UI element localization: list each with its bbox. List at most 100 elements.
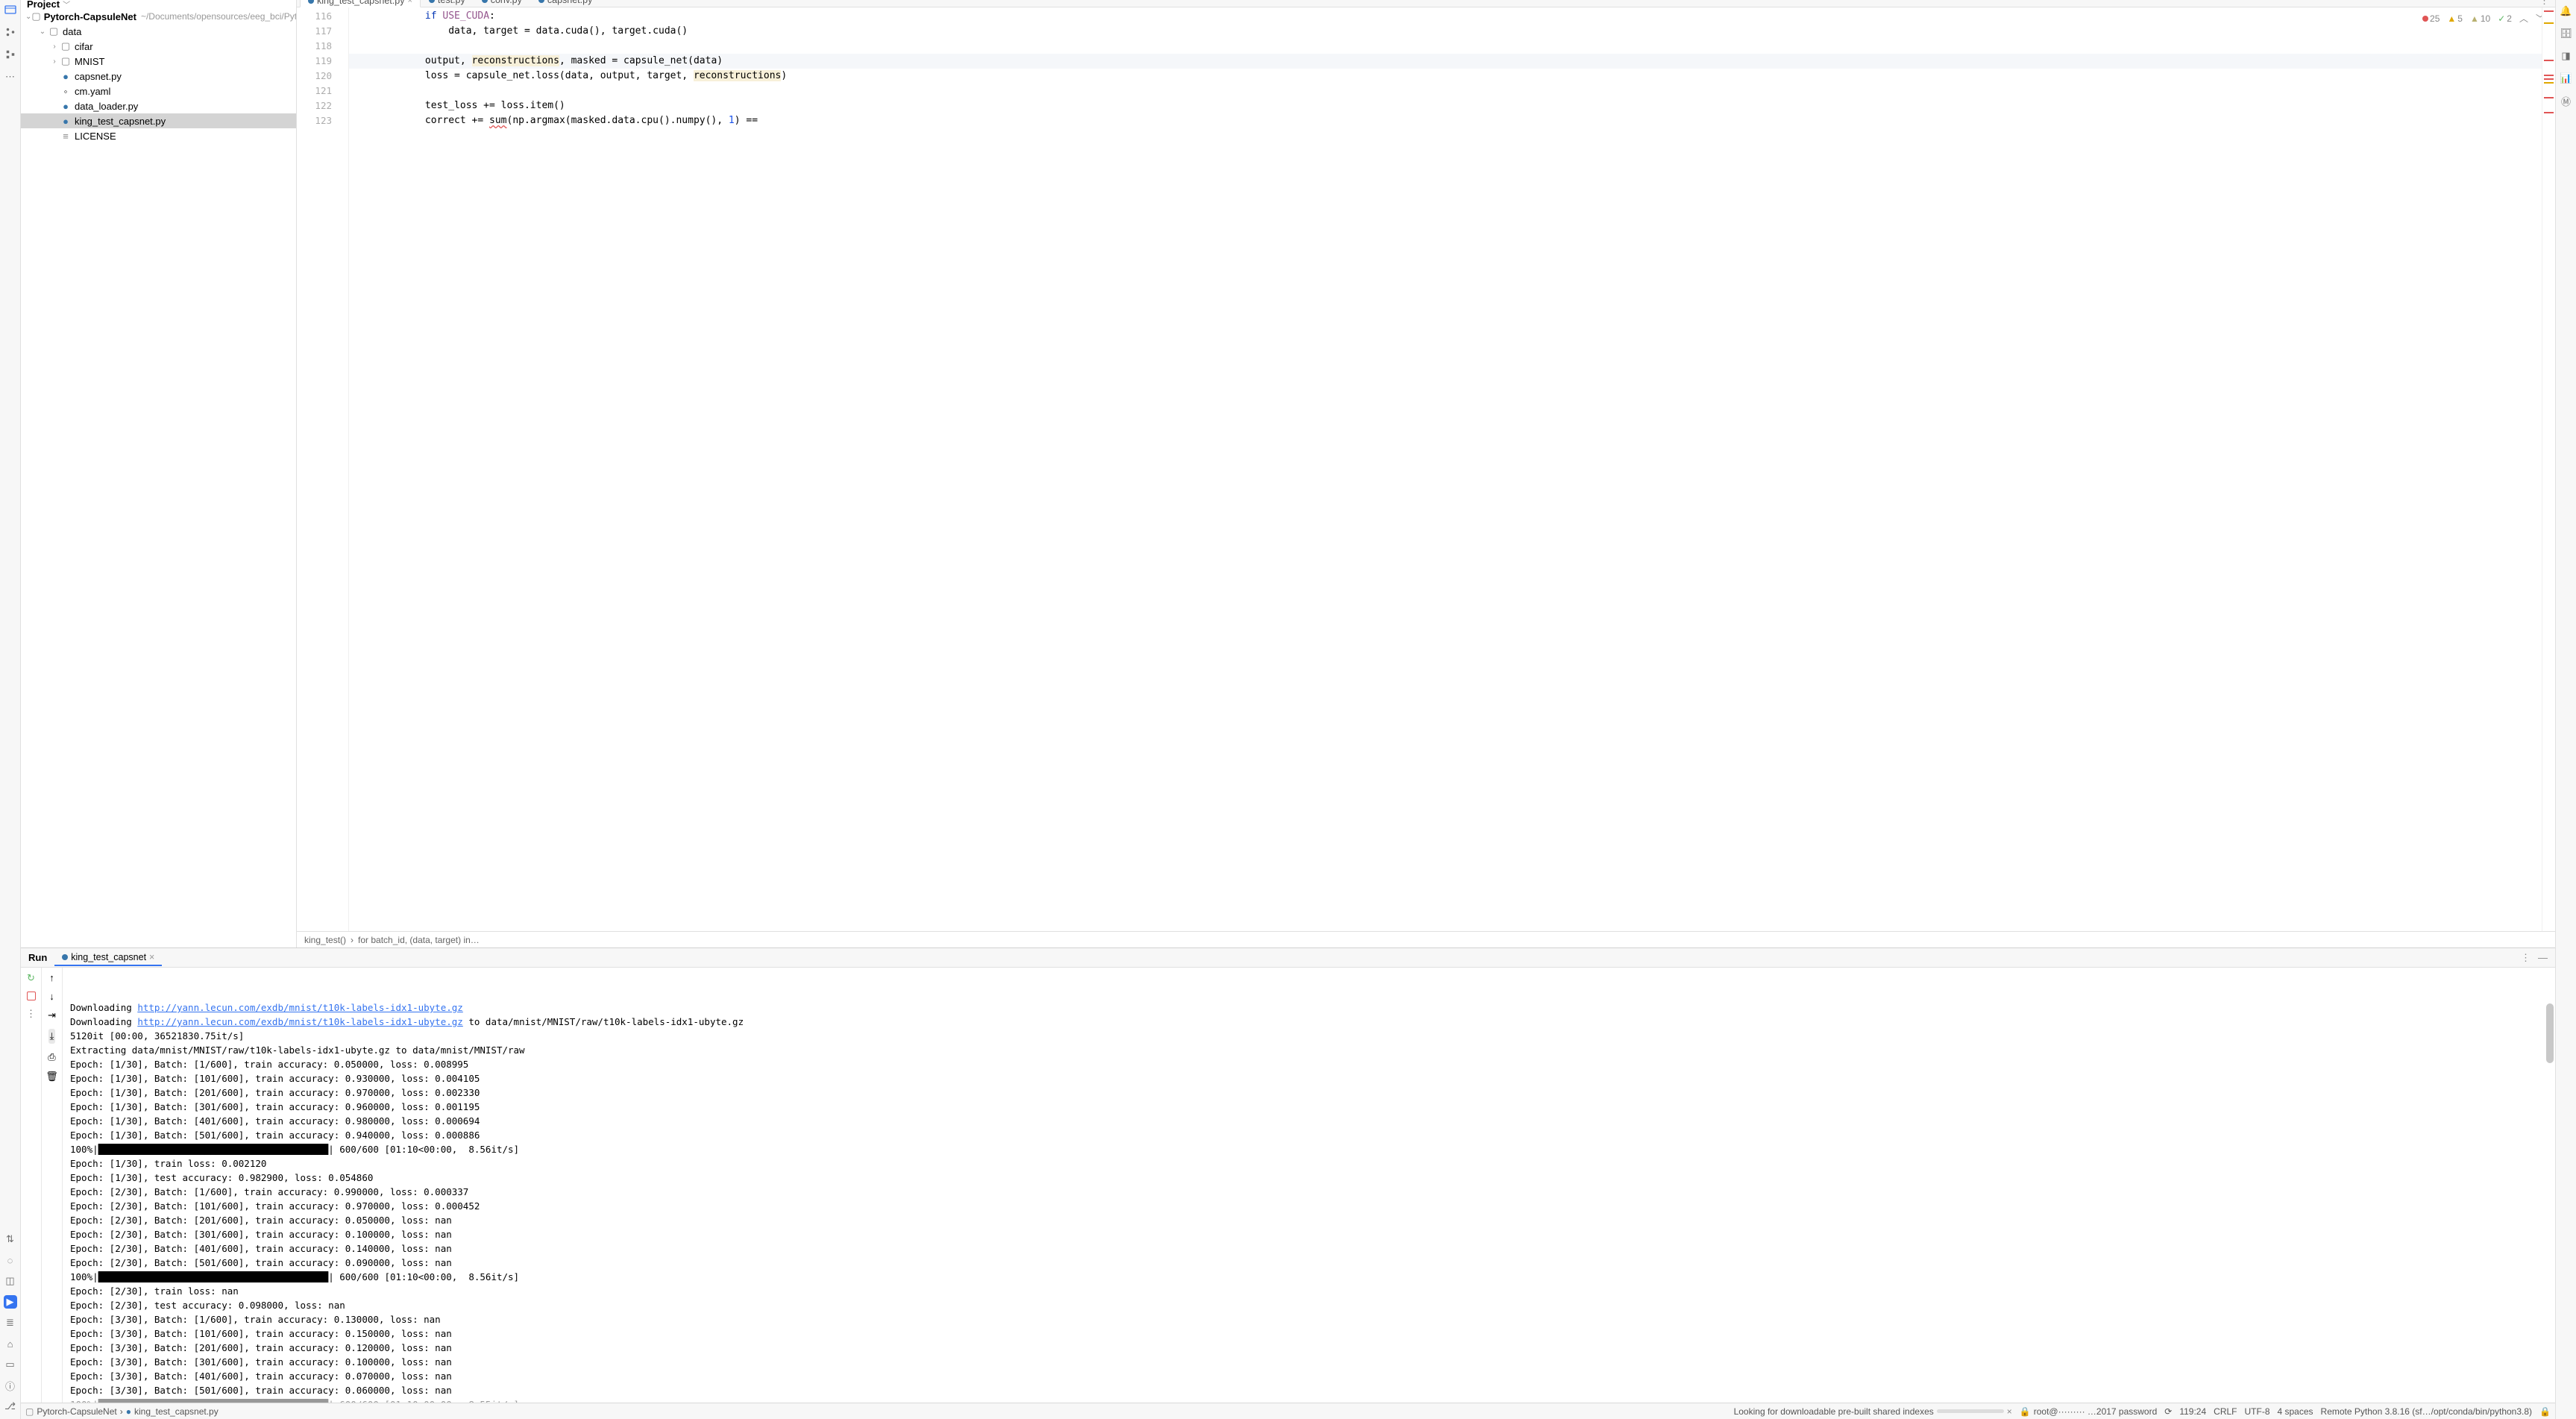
line-number[interactable]: 116 [297, 9, 332, 24]
chevron-up-icon[interactable]: ︿ [2519, 12, 2528, 25]
code-breadcrumb[interactable]: king_test() › for batch_id, (data, targe… [297, 931, 2555, 947]
sync-icon[interactable]: ⇅ [4, 1232, 17, 1246]
close-icon[interactable]: × [407, 0, 412, 5]
commit-icon[interactable]: ◌ [4, 1253, 17, 1267]
sciview-icon[interactable]: ◨ [2560, 49, 2573, 63]
run-side-toolbar: ↑ ↓ ⇥ ⤓ ⎙ 🗑 [42, 968, 63, 1403]
vcs-icon[interactable]: ⎇ [4, 1400, 17, 1413]
background-task[interactable]: Looking for downloadable pre-built share… [1734, 1406, 2012, 1417]
more-tool-icon[interactable]: ⋯ [4, 70, 17, 84]
tree-folder-data[interactable]: ⌄ ▢ data [21, 24, 296, 39]
print-icon[interactable]: ⎙ [48, 1051, 55, 1063]
assistant-icon[interactable]: Ⓜ [2560, 94, 2573, 107]
line-number[interactable]: 118 [297, 39, 332, 54]
scrollbar-thumb[interactable] [2546, 1003, 2554, 1063]
scroll-down-icon[interactable]: ↓ [49, 991, 54, 1002]
line-separator[interactable]: CRLF [2214, 1406, 2237, 1417]
chevron-right-icon[interactable]: › [49, 43, 60, 51]
terminal-icon[interactable]: ⌂ [4, 1337, 17, 1350]
python-file-icon [308, 0, 314, 4]
run-tab-label: king_test_capsnet [71, 952, 146, 962]
code-editor[interactable]: 116 117 118 119 120 121 122 123 if USE_C… [297, 7, 2555, 931]
minimize-icon[interactable]: — [2538, 952, 2548, 964]
tree-file-capsnet[interactable]: ● capsnet.py [21, 69, 296, 84]
python-file-icon [429, 0, 435, 3]
info-icon[interactable]: ⓘ [4, 1379, 17, 1392]
tree-folder-mnist[interactable]: › ▢ MNIST [21, 54, 296, 69]
error-stripe[interactable] [2542, 7, 2555, 931]
close-icon[interactable]: × [149, 952, 154, 962]
soft-wrap-icon[interactable]: ⇥ [48, 1009, 56, 1021]
database-icon[interactable]: 🗄 [2560, 27, 2573, 40]
folder-icon: ▢ [60, 55, 72, 67]
more-actions-icon[interactable]: ⋮ [25, 1008, 37, 1020]
breadcrumb-item[interactable]: king_test() [304, 935, 346, 945]
breadcrumb-item[interactable]: for batch_id, (data, target) in… [358, 935, 480, 945]
tree-root-label: Pytorch-CapsuleNet [44, 11, 136, 22]
remote-indicator[interactable]: 🔒 root@········· …2017 password [2020, 1406, 2158, 1417]
run-panel-header: Run king_test_capsnet × ⋮ — [21, 948, 2555, 968]
tree-folder-cifar[interactable]: › ▢ cifar [21, 39, 296, 54]
error-icon [2422, 16, 2428, 22]
project-tool-icon[interactable] [4, 3, 17, 16]
structure-tool-icon[interactable] [4, 48, 17, 61]
tree-file-license[interactable]: ≡ LICENSE [21, 128, 296, 143]
cursor-position[interactable]: 119:24 [2179, 1406, 2206, 1417]
code-content[interactable]: if USE_CUDA: data, target = data.cuda(),… [349, 7, 2542, 931]
editor-tab-kingtest[interactable]: king_test_capsnet.py × [300, 0, 421, 7]
console-output[interactable]: Downloading http://yann.lecun.com/exdb/m… [63, 968, 2555, 1403]
editor-tab-test[interactable]: test.py [421, 0, 474, 7]
tab-label: capsnet.py [547, 0, 592, 5]
tree-root[interactable]: ⌄ ▢ Pytorch-CapsuleNet ~/Documents/opens… [21, 9, 296, 24]
interpreter-info[interactable]: Remote Python 3.8.16 (sf…/opt/conda/bin/… [2321, 1406, 2533, 1417]
remote-label: root@········· …2017 password [2034, 1406, 2158, 1417]
chevron-down-icon[interactable]: ⌄ [37, 28, 48, 36]
run-tool-icon[interactable]: ▶ [4, 1295, 17, 1309]
python-file-icon [482, 0, 488, 3]
problems-icon[interactable]: ▭ [4, 1358, 17, 1371]
plots-icon[interactable]: 📊 [2560, 72, 2573, 85]
indent-info[interactable]: 4 spaces [2278, 1406, 2313, 1417]
chevron-right-icon[interactable]: › [49, 57, 60, 66]
rerun-icon[interactable]: ↻ [25, 972, 37, 984]
line-number[interactable]: 120 [297, 69, 332, 84]
status-breadcrumb-file: king_test_capsnet.py [134, 1406, 219, 1417]
file-encoding[interactable]: UTF-8 [2245, 1406, 2270, 1417]
line-number[interactable]: 122 [297, 98, 332, 113]
scroll-to-end-icon[interactable]: ⤓ [48, 1029, 56, 1044]
project-tree[interactable]: ⌄ ▢ Pytorch-CapsuleNet ~/Documents/opens… [21, 7, 296, 947]
editor-tab-capsnet[interactable]: capsnet.py [530, 0, 600, 7]
python-packages-icon[interactable]: ◫ [4, 1274, 17, 1288]
tree-file-dataloader[interactable]: ● data_loader.py [21, 98, 296, 113]
notifications-icon[interactable]: 🔔 [2560, 4, 2573, 18]
inspection-widget[interactable]: 25 ▲5 ▲10 ✓2 ︿ ﹀ [2419, 10, 2548, 26]
tree-file-cm[interactable]: ◦ cm.yaml [21, 84, 296, 98]
line-gutter[interactable]: 116 117 118 119 120 121 122 123 [297, 7, 349, 931]
deployment-icon[interactable]: ⟳ [2164, 1406, 2172, 1417]
run-config-tab[interactable]: king_test_capsnet × [54, 950, 162, 966]
bookmarks-tool-icon[interactable] [4, 25, 17, 39]
progress-bar [1937, 1409, 2004, 1413]
scroll-up-icon[interactable]: ↑ [49, 972, 54, 983]
clear-icon[interactable]: 🗑 [45, 1071, 58, 1083]
weak-warning-icon: ▲ [2470, 13, 2479, 24]
tree-label: data [63, 26, 81, 37]
line-number[interactable]: 121 [297, 84, 332, 98]
editor-tab-conv[interactable]: conv.py [474, 0, 530, 7]
more-tabs-icon[interactable]: ⋮ [2539, 0, 2549, 7]
chevron-down-icon[interactable]: ⌄ [25, 13, 31, 21]
folder-icon: ▢ [48, 25, 60, 37]
tree-file-kingtest[interactable]: ● king_test_capsnet.py [21, 113, 296, 128]
line-number[interactable]: 123 [297, 113, 332, 128]
warning-count: 5 [2457, 13, 2463, 24]
status-breadcrumb-root: Pytorch-CapsuleNet [37, 1406, 116, 1417]
status-breadcrumb[interactable]: ▢ Pytorch-CapsuleNet › ● king_test_capsn… [25, 1406, 219, 1417]
services-icon[interactable]: ≣ [4, 1316, 17, 1329]
line-number[interactable]: 117 [297, 24, 332, 39]
close-icon[interactable]: × [2007, 1406, 2012, 1417]
lock-icon[interactable]: 🔒 [2539, 1406, 2551, 1417]
tree-label: cifar [75, 41, 93, 52]
stop-icon[interactable] [27, 992, 36, 1000]
line-number[interactable]: 119 [297, 54, 332, 69]
more-icon[interactable]: ⋮ [2521, 952, 2531, 964]
